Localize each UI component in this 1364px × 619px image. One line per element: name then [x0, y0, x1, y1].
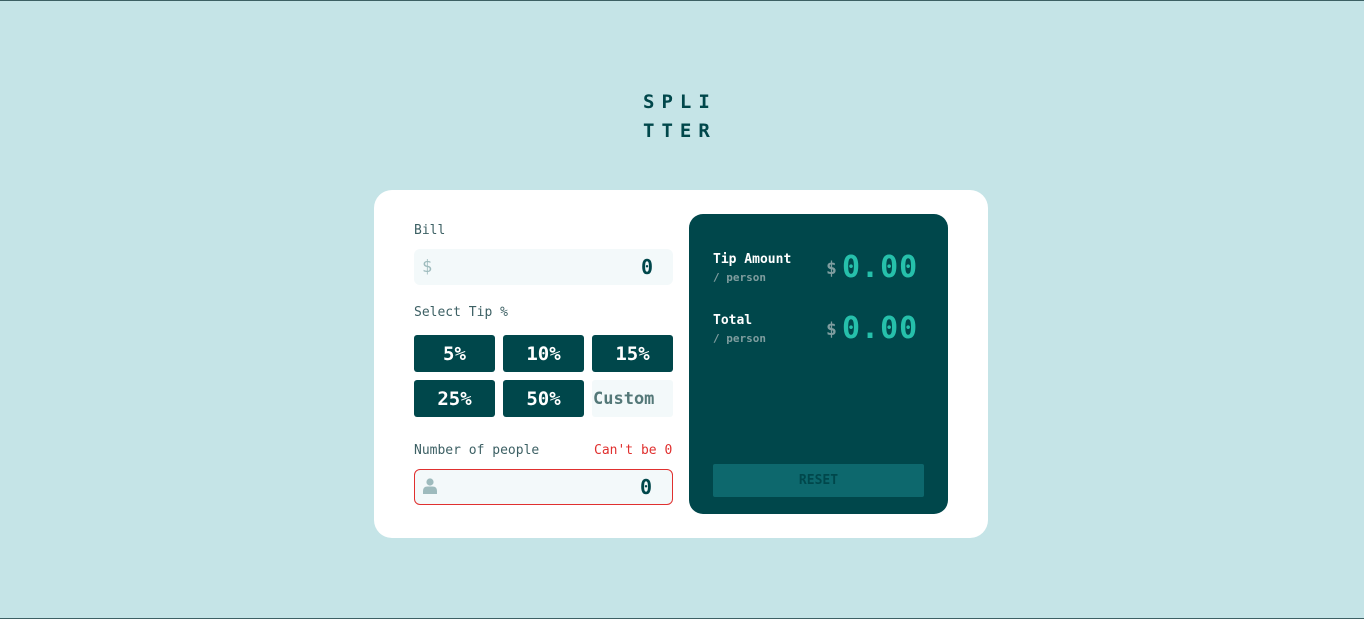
logo-line-2: TTER [643, 120, 717, 142]
tip-amount-currency: $ [826, 258, 837, 279]
tip-10-button[interactable]: 10% [503, 335, 584, 372]
total-subtitle: / person [713, 332, 766, 345]
select-tip-label: Select Tip % [414, 305, 508, 320]
bill-input[interactable]: $ 0 [414, 249, 673, 285]
bill-label: Bill [414, 223, 446, 238]
logo-line-1: SPLI [643, 91, 717, 113]
results-panel: Tip Amount / person $ 0.00 Total / perso… [689, 214, 948, 514]
total-currency: $ [826, 319, 837, 340]
total-value: 0.00 [842, 311, 919, 346]
people-input-value: 0 [639, 475, 652, 499]
people-input[interactable]: 0 [414, 469, 673, 505]
person-icon [423, 478, 437, 494]
total-title: Total [713, 313, 753, 328]
tip-5-button[interactable]: 5% [414, 335, 495, 372]
bill-input-value: 0 [640, 255, 653, 279]
tip-amount-title: Tip Amount [713, 252, 792, 267]
reset-button[interactable]: RESET [713, 464, 924, 497]
people-label: Number of people [414, 443, 540, 458]
tip-50-button[interactable]: 50% [503, 380, 584, 417]
tip-amount-subtitle: / person [713, 271, 766, 284]
tip-15-button[interactable]: 15% [592, 335, 673, 372]
people-error-message: Can't be 0 [594, 443, 673, 458]
app-logo: SPLI TTER [643, 88, 733, 146]
tip-25-button[interactable]: 25% [414, 380, 495, 417]
dollar-icon: $ [422, 257, 433, 277]
custom-tip-input[interactable]: Custom [592, 380, 673, 417]
tip-amount-value: 0.00 [842, 250, 919, 285]
